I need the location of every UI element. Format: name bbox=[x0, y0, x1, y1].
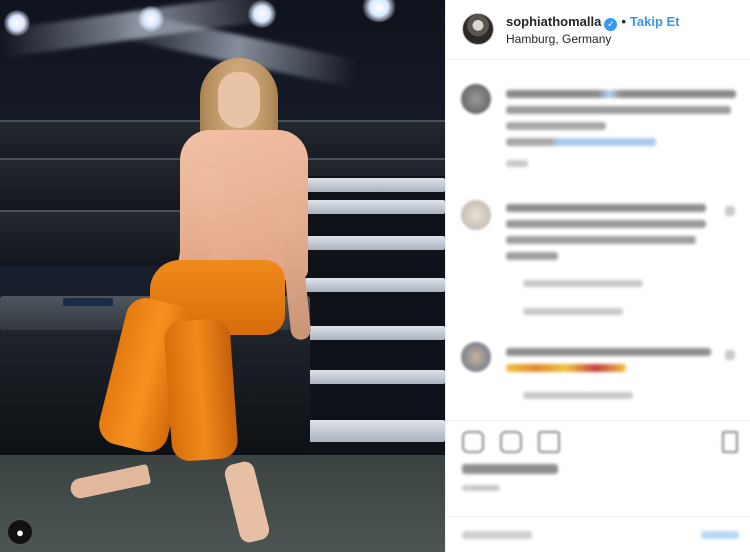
stage-light bbox=[4, 10, 30, 36]
comment-avatar[interactable] bbox=[461, 84, 491, 114]
author-username[interactable]: sophiathomalla bbox=[506, 14, 601, 29]
stage-light bbox=[248, 0, 276, 28]
blurred-meta bbox=[523, 280, 643, 287]
stair-step bbox=[305, 200, 445, 214]
stair-step bbox=[305, 178, 445, 192]
blurred-meta bbox=[506, 160, 528, 167]
person-face bbox=[218, 72, 260, 128]
list-item bbox=[461, 200, 741, 320]
tagged-user-button[interactable]: ● bbox=[7, 519, 33, 545]
author-line: sophiathomalla ✓ • Takip Et bbox=[506, 14, 680, 31]
add-comment-bar bbox=[446, 516, 750, 552]
stair-step bbox=[305, 370, 445, 384]
post-photo[interactable]: ● bbox=[0, 0, 445, 552]
stair-step bbox=[305, 236, 445, 250]
heart-icon[interactable] bbox=[725, 206, 735, 216]
heart-icon[interactable] bbox=[725, 350, 735, 360]
blurred-text bbox=[506, 138, 656, 146]
follow-button[interactable]: Takip Et bbox=[630, 14, 680, 29]
blurred-text bbox=[506, 220, 706, 228]
post-date bbox=[462, 485, 500, 491]
list-item bbox=[461, 342, 741, 412]
floor bbox=[0, 455, 445, 552]
post-actions bbox=[446, 420, 750, 552]
blurred-emoji-row bbox=[506, 364, 626, 372]
blurred-text bbox=[506, 106, 731, 114]
verified-badge-icon: ✓ bbox=[604, 18, 618, 31]
stage-light bbox=[138, 6, 164, 32]
post-comment-button[interactable] bbox=[701, 531, 739, 539]
stair-step bbox=[305, 420, 445, 442]
phone-on-bench bbox=[63, 298, 113, 306]
blurred-text bbox=[506, 122, 606, 130]
share-icon[interactable] bbox=[538, 431, 560, 453]
comment-avatar[interactable] bbox=[461, 200, 491, 230]
likes-count[interactable] bbox=[462, 464, 558, 474]
comment-icon[interactable] bbox=[500, 431, 522, 453]
stage-light bbox=[362, 0, 396, 22]
blurred-text bbox=[506, 90, 736, 98]
blurred-meta bbox=[523, 308, 623, 315]
blurred-text bbox=[506, 348, 711, 356]
blurred-meta bbox=[523, 392, 633, 399]
stair-step bbox=[305, 278, 445, 292]
separator-dot: • bbox=[621, 14, 626, 29]
blurred-text bbox=[506, 252, 558, 260]
bookmark-icon[interactable] bbox=[722, 431, 738, 453]
blurred-text bbox=[506, 204, 706, 212]
post-location[interactable]: Hamburg, Germany bbox=[506, 32, 611, 46]
post-header: sophiathomalla ✓ • Takip Et Hamburg, German… bbox=[446, 0, 750, 60]
user-silhouette-icon: ● bbox=[16, 524, 24, 540]
caption-comment bbox=[461, 84, 741, 174]
stair-step bbox=[305, 326, 445, 340]
heart-icon[interactable] bbox=[462, 431, 484, 453]
blurred-text bbox=[506, 236, 696, 244]
comment-input[interactable] bbox=[462, 531, 532, 539]
post-sidebar: sophiathomalla ✓ • Takip Et Hamburg, German… bbox=[445, 0, 750, 552]
comment-avatar[interactable] bbox=[461, 342, 491, 372]
person-pants-leg bbox=[163, 317, 239, 463]
author-avatar[interactable] bbox=[462, 13, 494, 45]
